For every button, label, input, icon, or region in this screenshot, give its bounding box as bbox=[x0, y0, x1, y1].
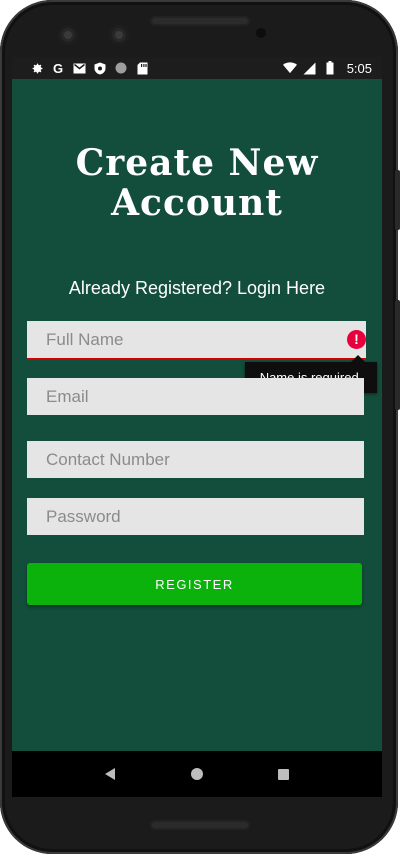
shield-icon bbox=[93, 61, 107, 75]
battery-icon bbox=[323, 61, 337, 75]
full-name-input[interactable] bbox=[46, 329, 366, 350]
full-name-field[interactable] bbox=[27, 321, 366, 360]
recents-button[interactable] bbox=[269, 759, 299, 789]
top-speaker bbox=[150, 16, 250, 26]
login-link[interactable]: Already Registered? Login Here bbox=[12, 278, 382, 299]
register-button[interactable]: REGISTER bbox=[27, 563, 362, 605]
app-screen: G 5:05 Create New Account Already Regist… bbox=[12, 57, 382, 797]
page-title: Create New Account bbox=[75, 142, 319, 224]
phone-frame: G 5:05 Create New Account Already Regist… bbox=[0, 0, 400, 854]
front-sensor bbox=[109, 25, 129, 45]
recents-icon bbox=[278, 768, 290, 780]
bottom-speaker bbox=[150, 820, 250, 830]
settings-icon bbox=[30, 61, 44, 75]
password-input[interactable] bbox=[46, 506, 364, 527]
status-bar: G 5:05 bbox=[12, 57, 382, 79]
home-icon bbox=[190, 768, 203, 780]
signal-icon bbox=[303, 61, 317, 75]
back-icon bbox=[105, 768, 116, 780]
proximity-sensor bbox=[256, 28, 266, 38]
contact-number-field[interactable] bbox=[27, 441, 364, 478]
wifi-icon bbox=[282, 61, 297, 75]
gmail-icon bbox=[72, 61, 86, 75]
navigation-bar bbox=[12, 751, 382, 797]
power-button bbox=[395, 300, 400, 410]
email-input[interactable] bbox=[46, 386, 364, 407]
clock-time: 5:05 bbox=[346, 60, 372, 76]
circle-icon bbox=[114, 61, 128, 75]
password-field[interactable] bbox=[27, 498, 364, 535]
home-button[interactable] bbox=[182, 759, 212, 789]
email-field[interactable] bbox=[27, 378, 364, 415]
volume-button bbox=[395, 170, 400, 230]
back-button[interactable] bbox=[95, 759, 125, 789]
error-underline bbox=[27, 358, 366, 360]
error-icon: ! bbox=[347, 330, 366, 349]
sd-card-icon bbox=[135, 61, 149, 75]
front-camera bbox=[58, 25, 78, 45]
contact-number-input[interactable] bbox=[46, 449, 364, 470]
google-icon: G bbox=[52, 60, 64, 76]
